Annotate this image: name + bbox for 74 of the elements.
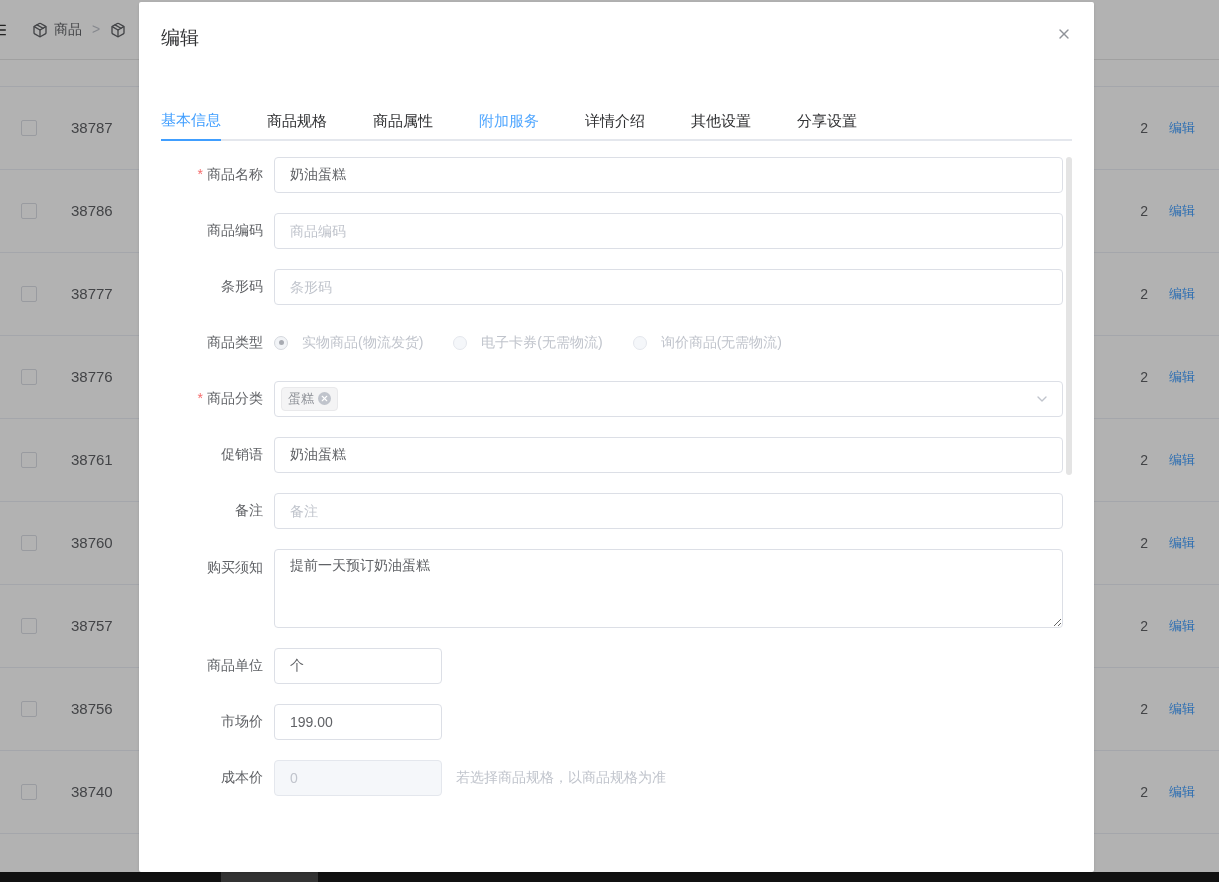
tab[interactable]: 分享设置 [797, 102, 857, 141]
input-field[interactable]: 奶油蛋糕 [274, 156, 1063, 193]
field-label: 促销语 [221, 445, 263, 464]
table-cell-text: 2 [1139, 533, 1148, 553]
row-checkbox[interactable] [21, 535, 37, 551]
table-cell-text: 2 [1139, 782, 1148, 802]
table-cell-text: 2 [1139, 118, 1148, 138]
required-mark: * [197, 389, 203, 408]
edit-link[interactable]: 编辑 [1169, 201, 1195, 221]
box-icon [110, 21, 127, 38]
row-checkbox[interactable] [21, 618, 37, 634]
table-cell-text: 38757 [71, 615, 113, 636]
field-label: 购买须知 [207, 557, 263, 577]
row-checkbox[interactable] [21, 452, 37, 468]
input-field[interactable]: 备注 [274, 492, 1063, 529]
row-checkbox[interactable] [21, 120, 37, 136]
hint-text: 若选择商品规格，以商品规格为准 [456, 768, 666, 787]
field-label: 市场价 [221, 712, 263, 731]
row-checkbox[interactable] [21, 784, 37, 800]
table-cell-text: 38756 [71, 698, 113, 719]
edit-link[interactable]: 编辑 [1169, 450, 1195, 470]
edit-link[interactable]: 编辑 [1169, 118, 1195, 138]
edit-link[interactable]: 编辑 [1169, 284, 1195, 304]
input-field[interactable]: 奶油蛋糕 [274, 436, 1063, 473]
box-icon [32, 21, 48, 38]
tag: 蛋糕 [281, 386, 338, 411]
row-checkbox[interactable] [21, 701, 37, 717]
field-label: 成本价 [221, 768, 263, 787]
row-checkbox[interactable] [21, 203, 37, 219]
input-field[interactable]: 199.00 [274, 703, 442, 740]
row-checkbox[interactable] [21, 286, 37, 302]
field-label: 商品单位 [207, 656, 263, 675]
textarea-field[interactable]: 提前一天预订奶油蛋糕 [274, 548, 1063, 628]
breadcrumb-item[interactable]: 商品 [54, 19, 82, 40]
required-mark: * [197, 165, 203, 184]
field-label: 条形码 [221, 277, 263, 296]
table-cell-text: 38776 [71, 366, 113, 387]
tab[interactable]: 详情介绍 [585, 102, 645, 141]
tab[interactable]: 商品属性 [373, 102, 433, 141]
table-cell-text: 2 [1139, 201, 1148, 221]
table-cell-text: 38761 [71, 449, 113, 470]
tab[interactable]: 附加服务 [479, 102, 539, 141]
table-cell-text: 2 [1139, 616, 1148, 636]
field-label: 商品类型 [207, 333, 263, 352]
table-cell-text: 2 [1139, 450, 1148, 470]
field-label: 商品分类 [207, 389, 263, 408]
edit-link[interactable]: 编辑 [1169, 616, 1195, 636]
dialog-title: 编辑 [161, 26, 199, 50]
field-label: 备注 [235, 501, 263, 520]
tab[interactable]: 基本信息 [161, 102, 221, 141]
edit-link[interactable]: 编辑 [1169, 533, 1195, 553]
remove-icon[interactable] [318, 392, 331, 405]
input-field[interactable]: 个 [274, 647, 442, 684]
input-field[interactable]: 商品编码 [274, 212, 1063, 249]
tab[interactable]: 其他设置 [691, 102, 751, 141]
table-cell-text: 2 [1139, 367, 1148, 387]
tab[interactable]: 商品规格 [267, 102, 327, 141]
table-cell-text: 38786 [71, 200, 113, 221]
edit-link[interactable]: 编辑 [1169, 367, 1195, 387]
field-label: 商品编码 [207, 221, 263, 240]
table-cell-text: 2 [1139, 284, 1148, 304]
table-cell-text: 2 [1139, 699, 1148, 719]
input-field[interactable]: 条形码 [274, 268, 1063, 305]
select-field[interactable]: 蛋糕 [274, 380, 1063, 417]
table-cell-text: 38777 [71, 283, 113, 304]
row-checkbox[interactable] [21, 369, 37, 385]
breadcrumb-separator: > [92, 20, 101, 39]
table-cell-text: 38740 [71, 781, 113, 802]
edit-link[interactable]: 编辑 [1169, 782, 1195, 802]
field-label: 商品名称 [207, 165, 263, 184]
table-cell-text: 38760 [71, 532, 113, 553]
scrollbar-thumb[interactable] [1066, 156, 1072, 475]
table-cell-text: 38787 [71, 117, 113, 138]
edit-link[interactable]: 编辑 [1169, 699, 1195, 719]
